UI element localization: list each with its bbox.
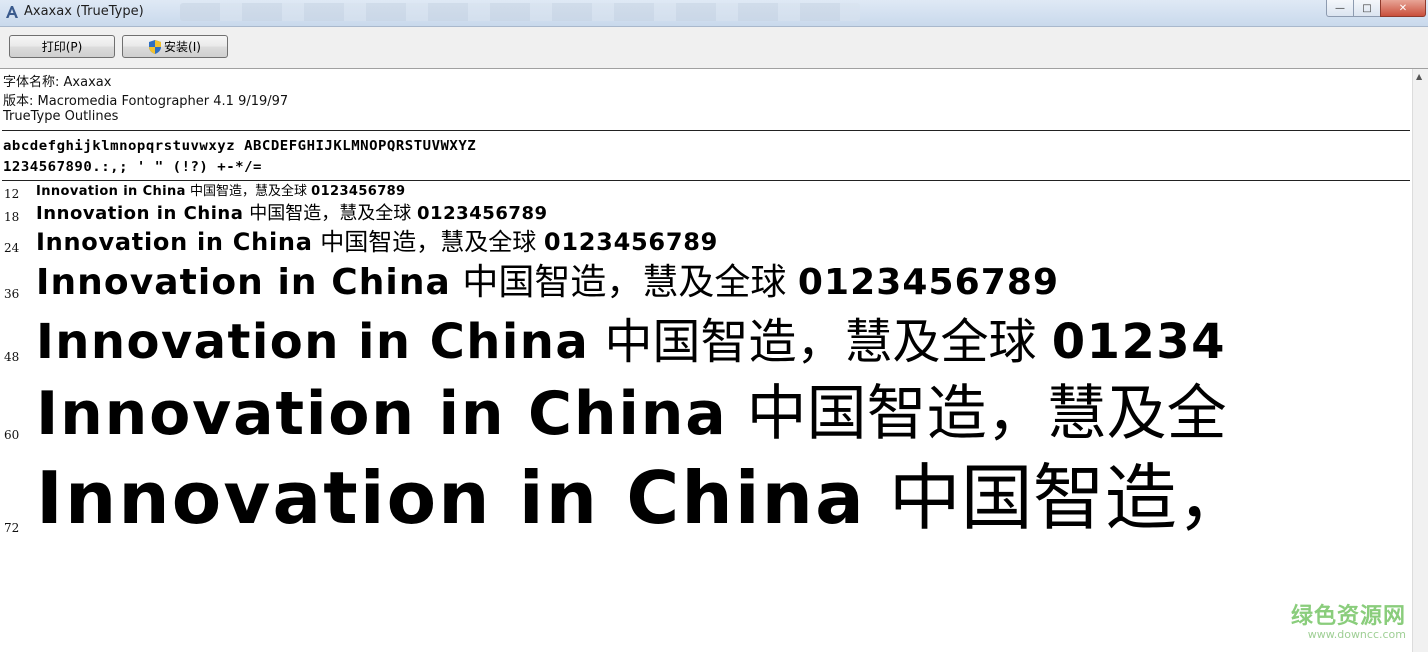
sample-cjk: 中国智造，慧及全球 [249,203,412,224]
blurred-taskbar-region [180,3,860,21]
sample-cjk: 中国智造，慧及全球 [189,184,307,199]
install-button-label: 安装(I) [164,40,201,54]
sample-size-label: 60 [4,428,20,442]
window-title: Axaxax (TrueType) [24,4,144,19]
charset-digits-symbols: 1234567890.:,; ' " (!?) +-*/= [3,159,262,175]
divider-bottom [2,180,1410,181]
sample-digits: 01234 [1051,314,1226,370]
watermark: 绿色资源网 www.downcc.com [1291,598,1406,641]
uac-shield-icon [149,39,162,54]
sample-line-60: Innovation in China 中国智造，慧及全 [36,384,1227,444]
window-controls: — □ ✕ [1326,0,1426,18]
maximize-button[interactable]: □ [1353,0,1381,17]
sample-cjk: 中国智造，慧及全球 [462,262,787,303]
sample-cjk: 中国智造，慧及全球 [320,228,537,256]
scroll-up-arrow-icon[interactable]: ▲ [1416,72,1422,81]
sample-latin: Innovation in China [36,262,451,303]
font-preview-pane: 字体名称: Axaxax 版本: Macromedia Fontographer… [2,69,1412,652]
sample-line-48: Innovation in China 中国智造，慧及全球 01234 [36,318,1226,366]
sample-size-label: 12 [4,187,20,201]
sample-size-label: 72 [4,521,20,535]
install-button[interactable]: 安装(I) [122,35,228,58]
sample-line-36: Innovation in China 中国智造，慧及全球 0123456789 [36,265,1059,301]
sample-cjk: 中国智造，慧及全球 [604,314,1037,370]
sample-digits: 0123456789 [543,228,719,256]
close-button[interactable]: ✕ [1380,0,1426,17]
sample-digits: 0123456789 [416,203,548,224]
font-outline-line: TrueType Outlines [3,109,119,124]
sample-line-24: Innovation in China 中国智造，慧及全球 0123456789 [36,230,718,254]
sample-line-72: Innovation in China 中国智造， [36,462,1249,534]
sample-latin: Innovation in China [36,314,590,370]
sample-latin: Innovation in China [36,379,728,449]
sample-cjk: 中国智造，慧及全 [746,379,1227,449]
vertical-scrollbar[interactable]: ▲ [1412,69,1428,652]
sample-size-label: 24 [4,241,20,255]
print-button[interactable]: 打印(P) [9,35,115,58]
sample-latin: Innovation in China [36,184,186,199]
font-app-icon [6,6,18,18]
toolbar: 打印(P) 安装(I) [0,27,1428,69]
charset-letters: abcdefghijklmnopqrstuvwxyz ABCDEFGHIJKLM… [3,138,477,154]
watermark-brand: 绿色资源网 [1290,604,1406,629]
sample-cjk: 中国智造， [888,456,1249,540]
title-bar[interactable]: Axaxax (TrueType) — □ ✕ [0,0,1428,27]
sample-line-12: Innovation in China 中国智造，慧及全球 0123456789 [36,185,406,198]
sample-digits: 0123456789 [797,262,1060,303]
font-version-line: 版本: Macromedia Fontographer 4.1 9/19/97 [3,94,289,109]
sample-latin: Innovation in China [36,203,244,224]
sample-size-label: 48 [4,350,20,364]
divider-top [2,130,1410,131]
sample-size-label: 18 [4,210,20,224]
minimize-button[interactable]: — [1326,0,1354,17]
sample-latin: Innovation in China [36,456,866,540]
sample-size-label: 36 [4,287,20,301]
sample-digits: 0123456789 [311,184,406,199]
sample-line-18: Innovation in China 中国智造，慧及全球 0123456789 [36,205,548,223]
print-button-label: 打印(P) [41,40,83,54]
sample-latin: Innovation in China [36,228,313,256]
font-name-line: 字体名称: Axaxax [3,75,112,90]
